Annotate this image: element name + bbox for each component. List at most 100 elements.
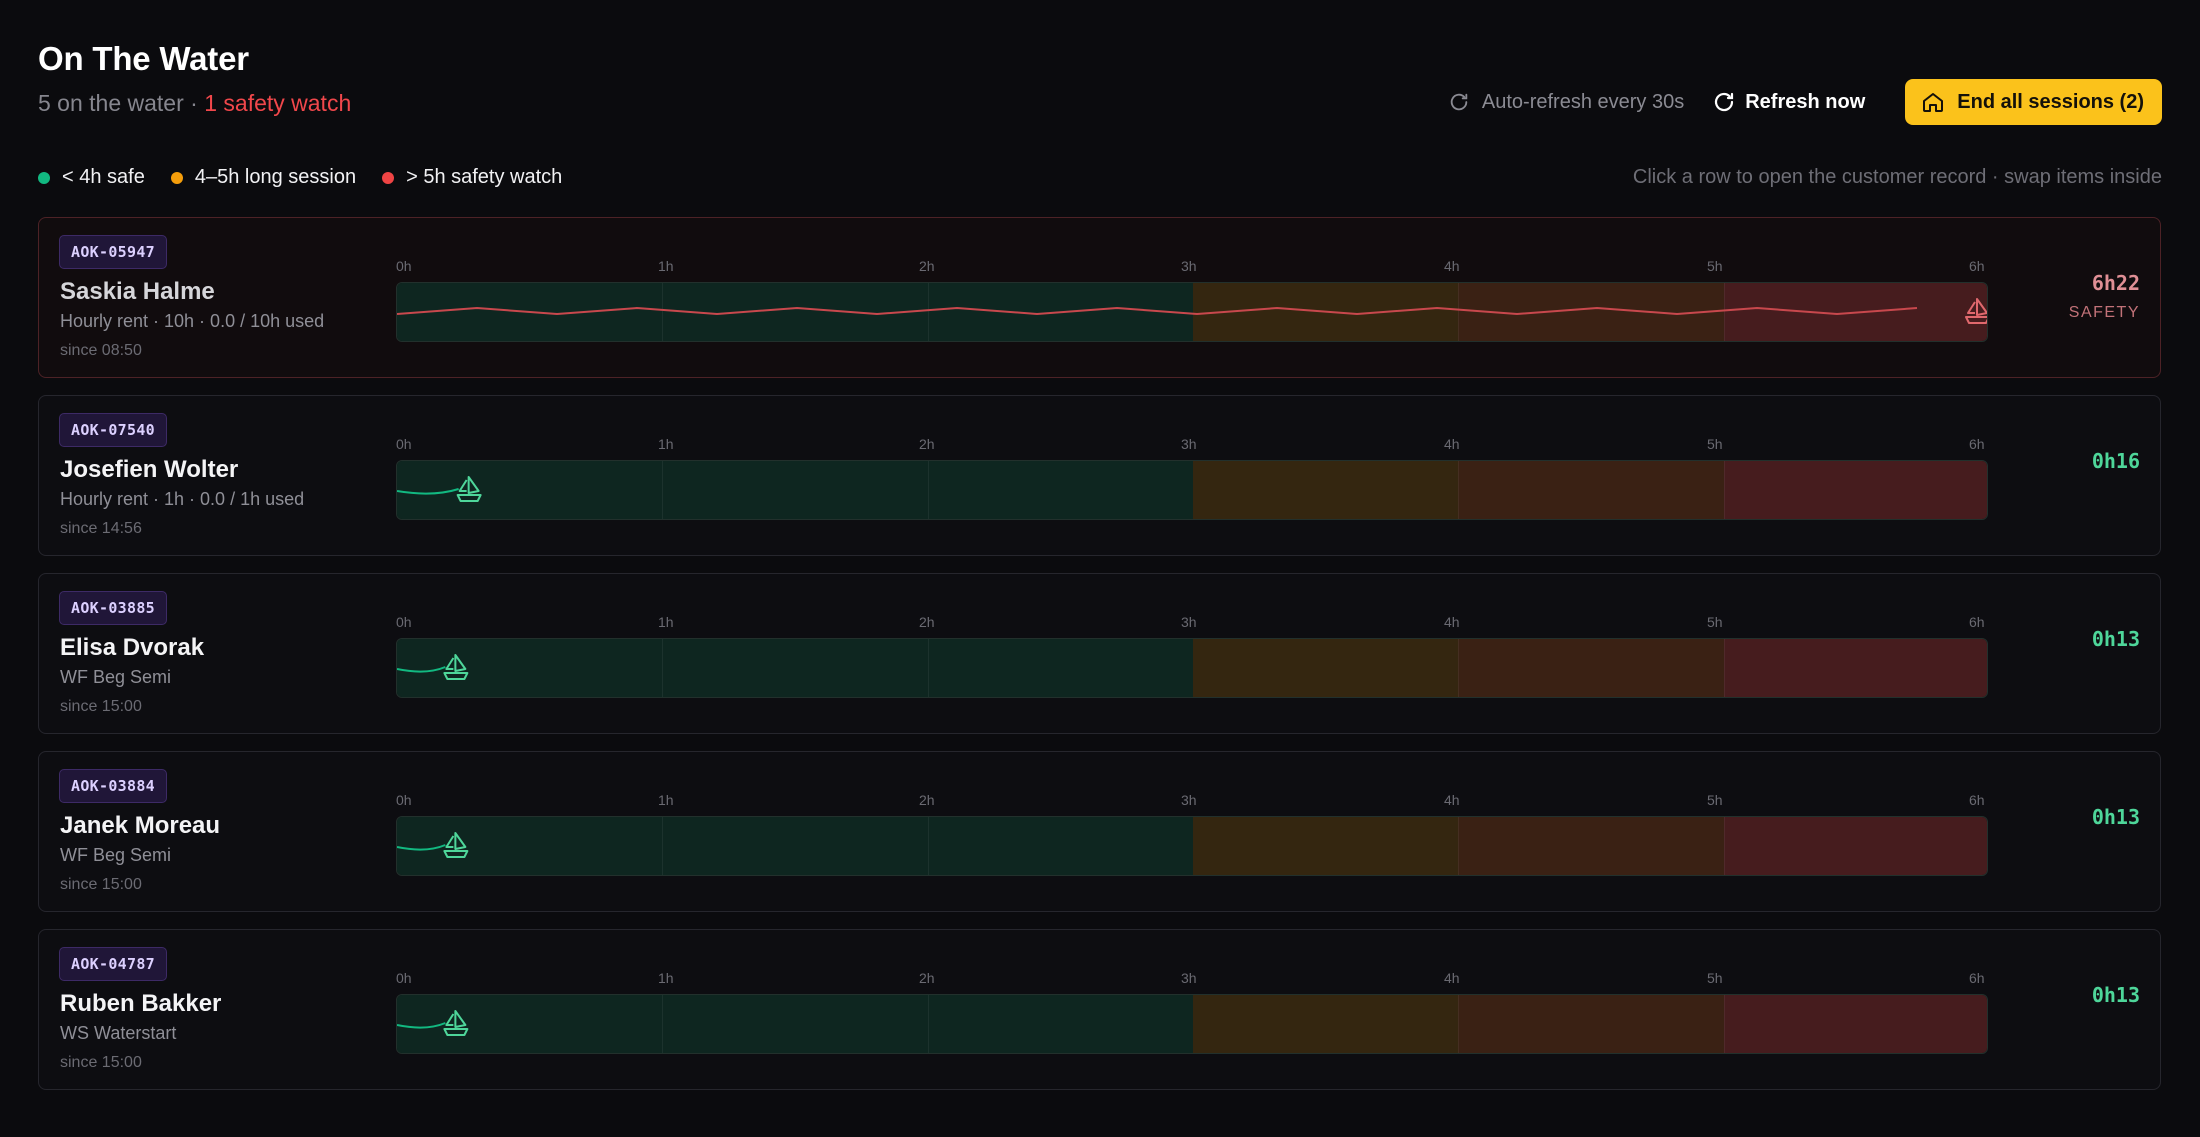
- session-row[interactable]: AOK-03885 Elisa Dvorak WF Beg Semi since…: [38, 573, 2161, 734]
- timeline-tick: 6h: [1969, 614, 1985, 630]
- subtitle-separator: ·: [183, 90, 205, 116]
- legend-label-watch: > 5h safety watch: [406, 166, 563, 188]
- timeline-tick: 6h: [1969, 792, 1985, 808]
- timeline-tick: 6h: [1969, 970, 1985, 986]
- refresh-now-button[interactable]: Refresh now: [1712, 90, 1865, 114]
- timeline-tick: 1h: [658, 258, 674, 274]
- timeline-tick: 5h: [1707, 436, 1723, 452]
- timeline-ticks: 0h 1h 2h 3h 4h 5h 6h: [396, 258, 1988, 278]
- timeline-tick: 1h: [658, 436, 674, 452]
- timeline-tick: 4h: [1444, 436, 1460, 452]
- toolbar: Auto-refresh every 30s Refresh now End a…: [1448, 79, 2162, 125]
- timeline-tick: 3h: [1181, 436, 1197, 452]
- session-detail: WS Waterstart: [60, 1023, 177, 1043]
- timeline-tick: 2h: [919, 970, 935, 986]
- session-timeline: 0h 1h 2h 3h 4h 5h 6h: [396, 970, 1988, 1054]
- auto-refresh-label: Auto-refresh every 30s: [1481, 90, 1685, 113]
- wake-line: [397, 666, 446, 673]
- legend-item-long: 4–5h long session: [170, 166, 357, 189]
- timeline-tick: 5h: [1707, 258, 1723, 274]
- timeline-tick: 3h: [1181, 792, 1197, 808]
- refresh-now-label: Refresh now: [1745, 90, 1866, 113]
- wake-path: [397, 654, 469, 680]
- timeline-tick: 6h: [1969, 436, 1985, 452]
- timeline-track: [396, 460, 1988, 520]
- session-row[interactable]: AOK-05947 Saskia Halme Hourly rent · 10h…: [38, 217, 2161, 378]
- boat-icon: [443, 832, 469, 858]
- session-timeline: 0h 1h 2h 3h 4h 5h 6h: [396, 792, 1988, 876]
- home-icon: [1923, 93, 1944, 112]
- customer-name: Ruben Bakker: [60, 990, 222, 1017]
- timeline-tick: 0h: [396, 436, 412, 452]
- timeline-tick: 3h: [1181, 614, 1197, 630]
- session-code-badge: AOK-04787: [59, 947, 167, 981]
- legend-dot-long: [170, 171, 183, 184]
- timeline-tick: 2h: [919, 436, 935, 452]
- wake-line: [397, 488, 459, 495]
- session-row[interactable]: AOK-03884 Janek Moreau WF Beg Semi since…: [38, 751, 2161, 912]
- timeline-tick: 1h: [658, 970, 674, 986]
- session-timeline: 0h 1h 2h 3h 4h 5h 6h: [396, 436, 1988, 520]
- timeline-ticks: 0h 1h 2h 3h 4h 5h 6h: [396, 614, 1988, 634]
- end-all-sessions-label: End all sessions (2): [1957, 90, 2144, 113]
- session-code-badge: AOK-07540: [59, 413, 167, 447]
- wake-path: [397, 298, 1987, 324]
- legend-label-safe: < 4h safe: [62, 166, 145, 188]
- boat-icon: [443, 1010, 469, 1036]
- session-row[interactable]: AOK-04787 Ruben Bakker WS Waterstart sin…: [38, 929, 2161, 1090]
- timeline-tick: 6h: [1969, 258, 1985, 274]
- wake-path: [397, 1010, 469, 1036]
- timeline-tick: 5h: [1707, 970, 1723, 986]
- legend-item-watch: > 5h safety watch: [382, 166, 562, 189]
- timeline-tick: 0h: [396, 792, 412, 808]
- session-timeline: 0h 1h 2h 3h 4h 5h 6h: [396, 258, 1988, 342]
- wake-line: [397, 306, 1918, 316]
- session-since: since 15:00: [60, 1054, 142, 1071]
- timeline-tick: 1h: [658, 614, 674, 630]
- timeline-tick: 2h: [919, 614, 935, 630]
- timeline-tick: 4h: [1444, 614, 1460, 630]
- session-timeline: 0h 1h 2h 3h 4h 5h 6h: [396, 614, 1988, 698]
- session-detail: Hourly rent · 10h · 0.0 / 10h used: [60, 311, 325, 331]
- timeline-tick: 2h: [919, 792, 935, 808]
- session-detail: WF Beg Semi: [60, 667, 172, 687]
- session-code-badge: AOK-03884: [59, 769, 167, 803]
- refresh-icon: [1715, 92, 1734, 112]
- timeline-tick: 4h: [1444, 970, 1460, 986]
- auto-refresh-indicator: Auto-refresh every 30s: [1448, 91, 1684, 114]
- customer-name: Elisa Dvorak: [60, 634, 205, 661]
- elapsed-time: 0h13: [2091, 805, 2140, 829]
- end-all-sessions-button[interactable]: End all sessions (2): [1905, 79, 2162, 125]
- session-since: since 15:00: [60, 876, 142, 893]
- session-row[interactable]: AOK-07540 Josefien Wolter Hourly rent · …: [38, 395, 2161, 556]
- timeline-track: [396, 638, 1988, 698]
- wake-line: [397, 1022, 446, 1029]
- wake-path: [397, 832, 469, 858]
- on-water-count: 5 on the water: [38, 90, 184, 116]
- elapsed-time: 0h13: [2091, 627, 2140, 651]
- session-code-badge: AOK-03885: [59, 591, 167, 625]
- boat-icon: [456, 476, 482, 502]
- session-since: since 14:56: [60, 520, 142, 537]
- wake-line: [397, 844, 446, 851]
- timeline-track: [396, 282, 1988, 342]
- timeline-tick: 5h: [1707, 614, 1723, 630]
- timeline-tick: 1h: [658, 792, 674, 808]
- session-list: AOK-05947 Saskia Halme Hourly rent · 10h…: [38, 217, 2161, 1107]
- timeline-tick: 5h: [1707, 792, 1723, 808]
- customer-name: Janek Moreau: [60, 812, 221, 839]
- page-subtitle: 5 on the water · 1 safety watch: [38, 90, 351, 117]
- session-since: since 15:00: [60, 698, 142, 715]
- session-since: since 08:50: [60, 342, 142, 359]
- timeline-tick: 0h: [396, 970, 412, 986]
- elapsed-time: 6h22: [2091, 271, 2140, 295]
- legend-label-long: 4–5h long session: [194, 166, 357, 188]
- customer-name: Josefien Wolter: [60, 456, 239, 483]
- customer-name: Saskia Halme: [60, 278, 215, 305]
- timeline-tick: 3h: [1181, 970, 1197, 986]
- elapsed-time: 0h16: [2091, 449, 2140, 473]
- legend: < 4h safe 4–5h long session > 5h safety …: [38, 166, 588, 189]
- legend-item-safe: < 4h safe: [38, 166, 145, 189]
- timeline-ticks: 0h 1h 2h 3h 4h 5h 6h: [396, 970, 1988, 990]
- timeline-tick: 0h: [396, 258, 412, 274]
